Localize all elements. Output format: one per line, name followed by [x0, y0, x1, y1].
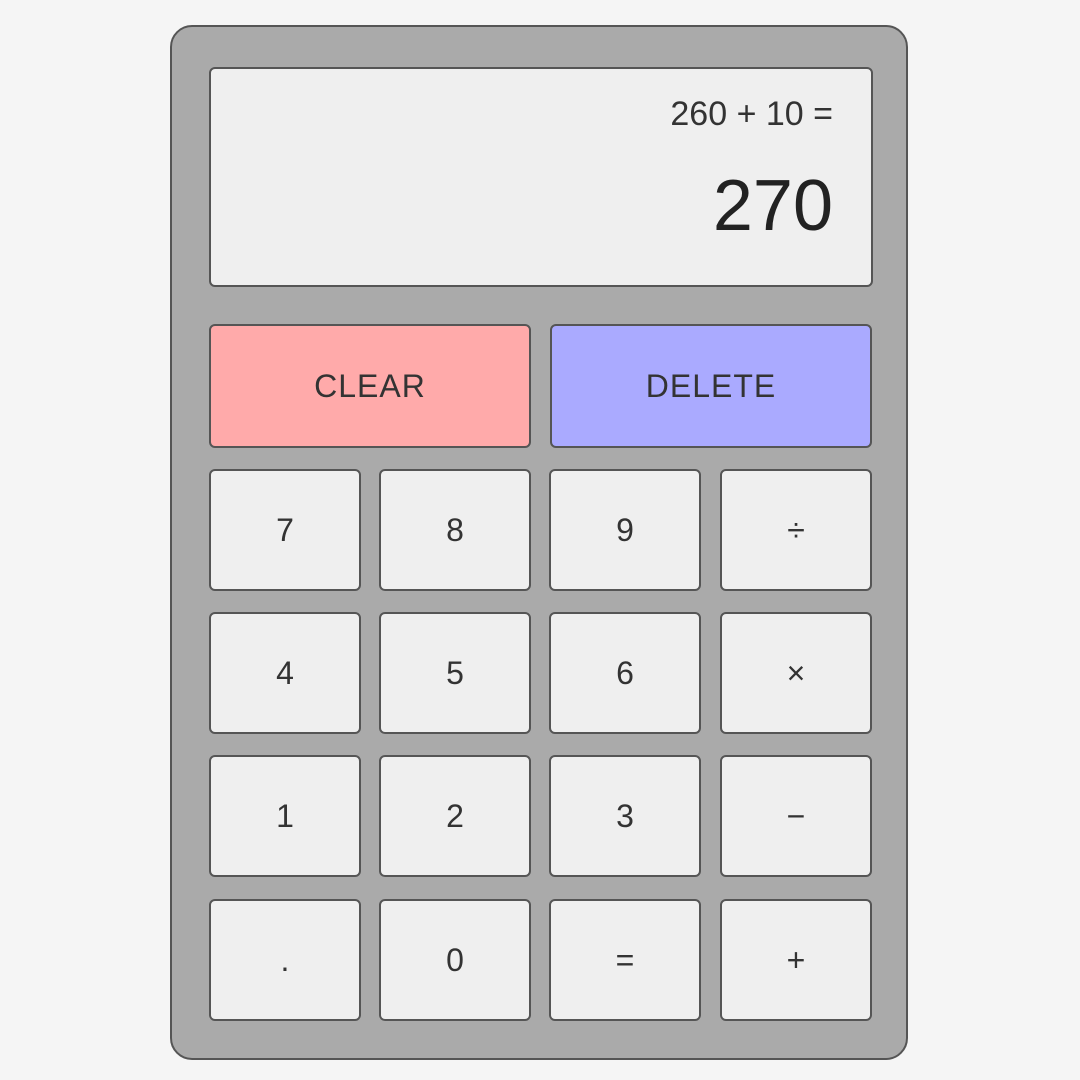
display: 260 + 10 = 270: [209, 67, 873, 287]
key-0-button[interactable]: 0: [379, 899, 531, 1021]
result-text: 270: [712, 166, 833, 246]
key-subtract-button[interactable]: −: [720, 755, 872, 877]
clear-button[interactable]: CLEAR: [209, 324, 531, 448]
key-1-button[interactable]: 1: [209, 755, 361, 877]
key-equals-button[interactable]: =: [549, 899, 701, 1021]
key-2-button[interactable]: 2: [379, 755, 531, 877]
key-6-button[interactable]: 6: [549, 612, 701, 734]
delete-button[interactable]: DELETE: [550, 324, 872, 448]
key-7-button[interactable]: 7: [209, 469, 361, 591]
key-decimal-button[interactable]: .: [209, 899, 361, 1021]
calculator: 260 + 10 = 270 CLEAR DELETE 7 8 9 ÷ 4 5 6 × 1 2 3−…: [170, 25, 908, 1060]
key-3-button[interactable]: 3: [549, 755, 701, 877]
key-9-button[interactable]: 9: [549, 469, 701, 591]
expression-text: 260 + 10 =: [670, 95, 833, 133]
key-multiply-button[interactable]: ×: [720, 612, 872, 734]
key-8-button[interactable]: 8: [379, 469, 531, 591]
key-add-button[interactable]: +: [720, 899, 872, 1021]
key-4-button[interactable]: 4: [209, 612, 361, 734]
key-divide-button[interactable]: ÷: [720, 469, 872, 591]
key-5-button[interactable]: 5: [379, 612, 531, 734]
